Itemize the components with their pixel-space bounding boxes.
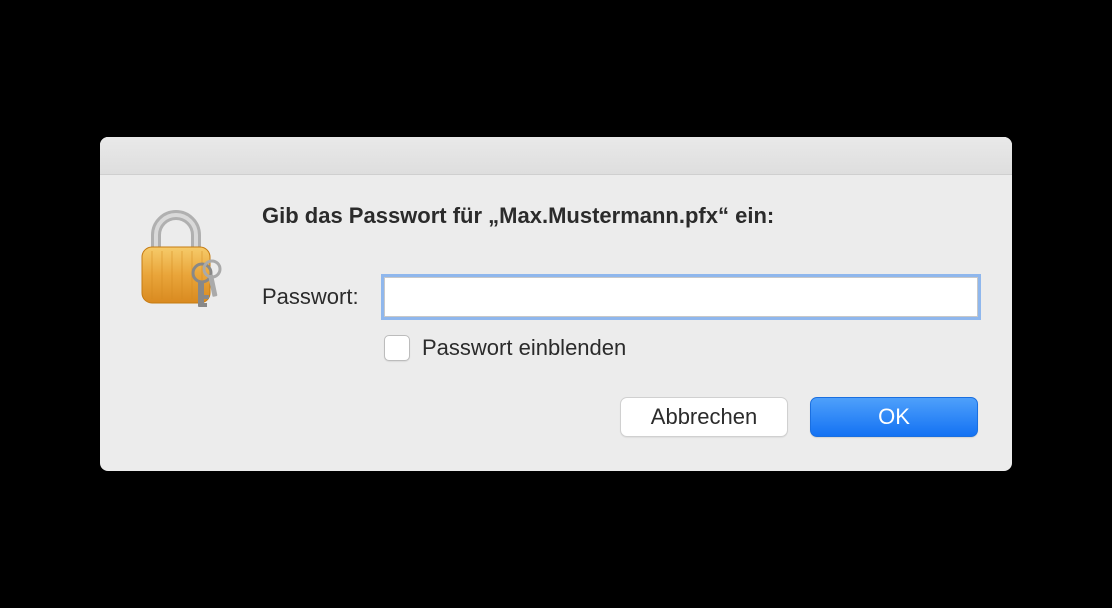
dialog-button-row: Abbrechen OK <box>100 397 1012 437</box>
dialog-body: Gib das Passwort für „Max.Mustermann.pfx… <box>100 175 1012 397</box>
ok-button[interactable]: OK <box>810 397 978 437</box>
password-input[interactable] <box>384 277 978 317</box>
password-dialog: Gib das Passwort für „Max.Mustermann.pfx… <box>100 137 1012 471</box>
dialog-prompt: Gib das Passwort für „Max.Mustermann.pfx… <box>262 203 978 229</box>
show-password-row: Passwort einblenden <box>384 335 978 361</box>
password-label: Passwort: <box>262 284 372 310</box>
show-password-checkbox[interactable] <box>384 335 410 361</box>
dialog-content: Gib das Passwort für „Max.Mustermann.pfx… <box>254 203 978 397</box>
cancel-button[interactable]: Abbrechen <box>620 397 788 437</box>
dialog-titlebar[interactable] <box>100 137 1012 175</box>
dialog-icon-column <box>134 203 254 397</box>
lock-with-keys-icon <box>134 302 230 319</box>
password-field-row: Passwort: <box>262 277 978 317</box>
show-password-label: Passwort einblenden <box>422 335 626 361</box>
